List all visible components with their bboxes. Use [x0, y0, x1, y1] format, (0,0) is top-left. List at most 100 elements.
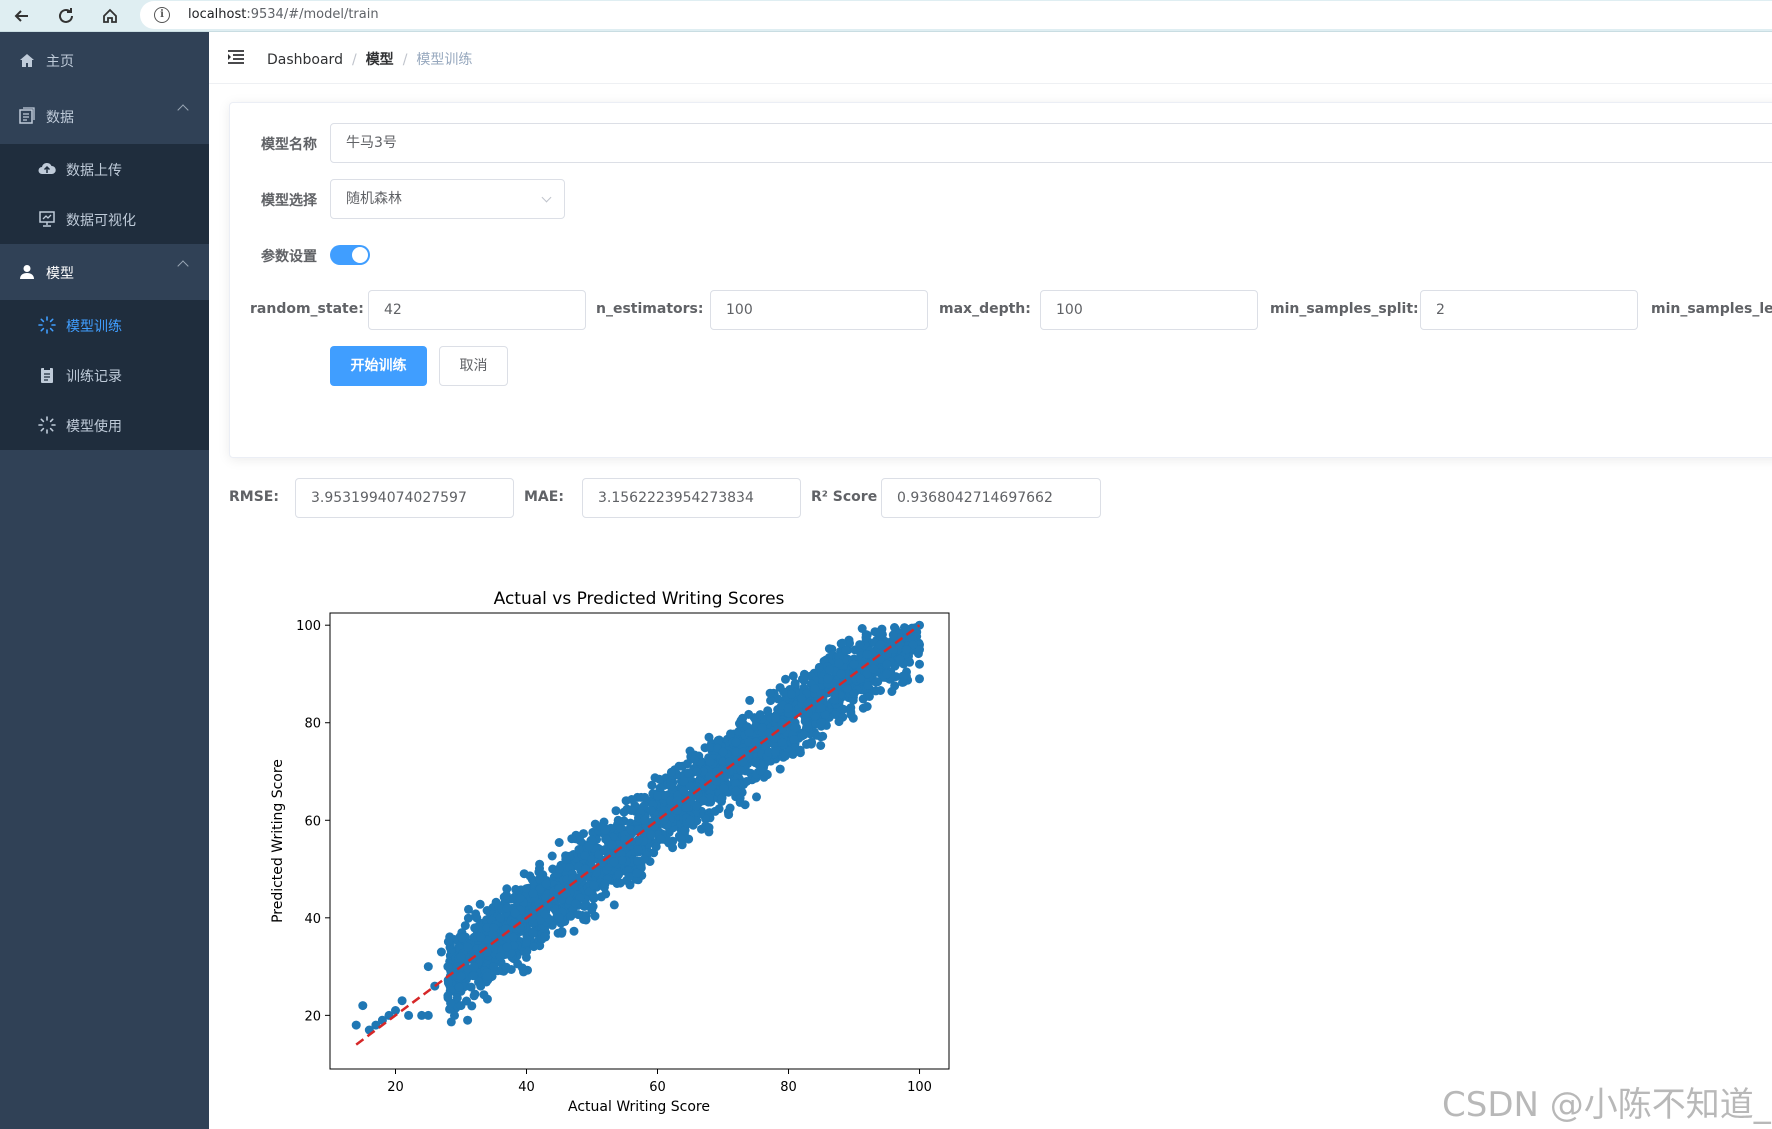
- scatter-point: [521, 952, 531, 962]
- scatter-point: [713, 735, 723, 745]
- model-submenu: 模型训练 训练记录 模型使用: [0, 300, 209, 450]
- scatter-point: [456, 1001, 466, 1011]
- y-tick-label: 60: [304, 814, 321, 829]
- scatter-point: [731, 786, 741, 796]
- scatter-point: [803, 708, 813, 718]
- scatter-point: [450, 1010, 459, 1020]
- scatter-point: [781, 674, 790, 684]
- scatter-point: [738, 747, 748, 757]
- rmse-label: RMSE:: [229, 489, 279, 505]
- scatter-point: [471, 912, 481, 921]
- scatter-point: [575, 836, 585, 846]
- scatter-point: [717, 793, 727, 803]
- scatter-point: [861, 633, 871, 643]
- scatter-point: [511, 884, 521, 894]
- scatter-point: [502, 903, 512, 913]
- loading-icon: [38, 416, 56, 434]
- scatter-point: [571, 899, 581, 909]
- mae-label: MAE:: [524, 489, 564, 505]
- mae-value[interactable]: 3.1562223954273834: [582, 478, 801, 518]
- param-input-random-state[interactable]: 42: [368, 290, 586, 330]
- param-label-max-depth: max_depth:: [939, 301, 1031, 317]
- site-info-icon[interactable]: i: [154, 7, 170, 23]
- url-text: localhost:9534/#/model/train: [188, 7, 379, 22]
- scatter-point: [443, 937, 453, 947]
- scatter-point: [639, 815, 649, 825]
- sidebar-item-model[interactable]: 模型: [0, 244, 209, 300]
- scatter-point: [915, 674, 924, 684]
- scatter-point: [816, 718, 826, 728]
- breadcrumb: Dashboard / 模型 / 模型训练: [267, 49, 472, 69]
- param-input-min-samples-split[interactable]: 2: [1420, 290, 1638, 330]
- scatter-point: [654, 774, 664, 784]
- scatter-point: [601, 889, 611, 899]
- scatter-point: [594, 849, 604, 859]
- sidebar-item-train-records[interactable]: 训练记录: [0, 350, 209, 400]
- sidebar-item-data-visualization[interactable]: 数据可视化: [0, 194, 209, 244]
- sidebar-item-model-use[interactable]: 模型使用: [0, 400, 209, 450]
- scatter-point: [869, 664, 879, 674]
- scatter-point: [736, 766, 746, 775]
- scatter-point: [777, 737, 787, 747]
- scatter-point: [797, 693, 807, 703]
- sidebar-item-data-upload[interactable]: 数据上传: [0, 144, 209, 194]
- scatter-point: [788, 671, 798, 681]
- scatter-point: [810, 684, 820, 694]
- sidebar-item-home[interactable]: 主页: [0, 32, 209, 88]
- scatter-point: [757, 723, 767, 733]
- scatter-point: [862, 650, 872, 659]
- scatter-point: [391, 1006, 400, 1015]
- refresh-icon[interactable]: [52, 2, 80, 30]
- y-tick-label: 40: [304, 912, 321, 927]
- param-input-max-depth[interactable]: 100: [1040, 290, 1258, 330]
- x-tick-label: 80: [780, 1080, 797, 1095]
- scatter-point: [836, 669, 846, 679]
- scatter-point: [683, 768, 693, 778]
- address-bar[interactable]: i localhost:9534/#/model/train: [140, 1, 1772, 29]
- sidebar-item-model-train[interactable]: 模型训练: [0, 300, 209, 350]
- scatter-point: [735, 719, 744, 728]
- scatter-point: [705, 757, 715, 767]
- scatter-point: [765, 688, 775, 698]
- breadcrumb-model[interactable]: 模型: [366, 49, 394, 69]
- rmse-value[interactable]: 3.9531994074027597: [295, 478, 514, 518]
- model-select[interactable]: 随机森林: [330, 179, 565, 219]
- back-arrow-icon[interactable]: [8, 2, 36, 30]
- start-training-button[interactable]: 开始训练: [330, 346, 427, 386]
- param-label-min-samples-split: min_samples_split:: [1270, 301, 1419, 317]
- chevron-up-icon: [177, 104, 189, 116]
- data-icon: [18, 107, 36, 125]
- scatter-point: [712, 776, 721, 786]
- hamburger-menu-icon[interactable]: [227, 49, 245, 65]
- param-input-n-estimators[interactable]: 100: [710, 290, 928, 330]
- scatter-point: [624, 872, 634, 882]
- scatter-point: [510, 908, 520, 918]
- scatter-point: [614, 870, 623, 880]
- switch-knob: [352, 247, 368, 263]
- scatter-point: [719, 783, 729, 793]
- scatter-point: [875, 640, 885, 650]
- scatter-point: [725, 767, 735, 776]
- scatter-point: [482, 971, 492, 981]
- scatter-point: [770, 747, 780, 757]
- scatter-point: [469, 962, 479, 972]
- scatter-point: [528, 928, 538, 938]
- scatter-point: [856, 674, 866, 684]
- scatter-point: [351, 1020, 361, 1030]
- scatter-point: [849, 659, 859, 669]
- scatter-point: [863, 681, 873, 690]
- cancel-button[interactable]: 取消: [439, 346, 508, 386]
- scatter-point: [457, 933, 467, 943]
- sidebar-item-data[interactable]: 数据: [0, 88, 209, 144]
- scatter-point: [547, 851, 557, 861]
- breadcrumb-dashboard[interactable]: Dashboard: [267, 52, 343, 68]
- scatter-point: [540, 931, 550, 941]
- scatter-point: [443, 978, 453, 988]
- scatter-point: [515, 893, 525, 903]
- model-name-input[interactable]: 牛马3号: [330, 123, 1772, 163]
- params-switch[interactable]: [330, 245, 370, 265]
- home-browser-icon[interactable]: [96, 2, 124, 30]
- scatter-point: [482, 994, 492, 1004]
- scatter-point: [814, 662, 824, 672]
- r2-value[interactable]: 0.9368042714697662: [881, 478, 1101, 518]
